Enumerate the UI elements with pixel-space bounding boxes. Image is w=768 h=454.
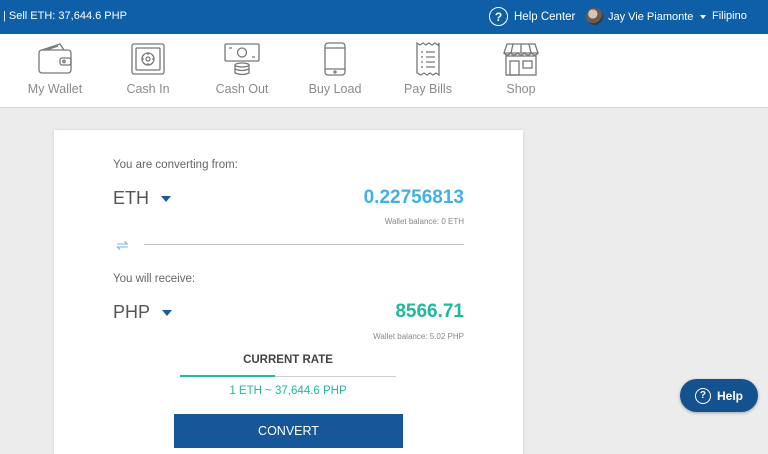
from-wallet-balance: Wallet balance: 0 ETH [384, 217, 464, 226]
store-icon [503, 43, 539, 76]
nav-label: Buy Load [308, 82, 362, 96]
nav-item-cash-out[interactable]: Cash Out [202, 42, 282, 96]
user-menu[interactable]: Jay Vie Piamonte [586, 8, 707, 25]
to-wallet-balance: Wallet balance: 5.02 PHP [373, 332, 464, 341]
nav-label: My Wallet [27, 82, 83, 96]
nav-label: Cash Out [215, 82, 269, 96]
top-bar: | Sell ETH: 37,644.6 PHP ? Help Center J… [0, 0, 768, 34]
help-center-link[interactable]: ? Help Center [489, 7, 575, 26]
price-ticker: | Sell ETH: 37,644.6 PHP [3, 10, 127, 22]
nav-label: Cash In [126, 82, 170, 96]
cash-out-icon [224, 43, 260, 76]
chevron-down-icon [700, 14, 707, 19]
rate-progress-fill [180, 375, 276, 377]
from-currency-select[interactable]: ETH [113, 188, 171, 209]
nav-item-buy-load[interactable]: Buy Load [295, 42, 375, 96]
nav-item-cash-in[interactable]: Cash In [108, 42, 188, 96]
to-currency-value: PHP [113, 302, 151, 322]
from-label: You are converting from: [113, 159, 238, 171]
question-icon: ? [694, 387, 711, 404]
safe-icon [131, 43, 165, 75]
convert-button[interactable]: CONVERT [174, 414, 403, 448]
question-icon: ? [489, 7, 508, 26]
nav-label: Shop [506, 82, 536, 96]
help-chat-button[interactable]: ? Help [680, 379, 758, 412]
current-rate-value: 1 ETH ~ 37,644.6 PHP [229, 385, 347, 397]
nav-item-pay-bills[interactable]: Pay Bills [388, 42, 468, 96]
help-center-label: Help Center [514, 10, 576, 23]
from-currency-value: ETH [113, 188, 149, 208]
nav-label: Pay Bills [404, 82, 452, 96]
help-chat-label: Help [716, 388, 743, 403]
chevron-down-icon [161, 195, 171, 202]
user-name: Jay Vie Piamonte [608, 10, 694, 23]
rate-progress-bar [180, 375, 396, 377]
divider [144, 244, 464, 245]
to-amount[interactable]: 8566.71 [395, 301, 464, 323]
to-currency-select[interactable]: PHP [113, 302, 173, 323]
language-selector[interactable]: Filipino [712, 10, 747, 22]
avatar [586, 8, 603, 25]
wallet-icon [38, 43, 72, 74]
main-nav: My Wallet Cash In Cash Out Buy Load Pay … [0, 34, 768, 108]
nav-item-shop[interactable]: Shop [481, 42, 561, 96]
converter-card: You are converting from: ETH 0.22756813 … [54, 130, 523, 454]
receive-label: You will receive: [113, 273, 196, 285]
current-rate-title: CURRENT RATE [243, 354, 333, 366]
phone-icon [324, 42, 346, 76]
from-amount[interactable]: 0.22756813 [364, 187, 464, 209]
nav-item-my-wallet[interactable]: My Wallet [15, 42, 95, 96]
chevron-down-icon [162, 309, 173, 316]
receipt-icon [416, 42, 440, 76]
swap-icon[interactable]: ⇌ [116, 236, 129, 254]
